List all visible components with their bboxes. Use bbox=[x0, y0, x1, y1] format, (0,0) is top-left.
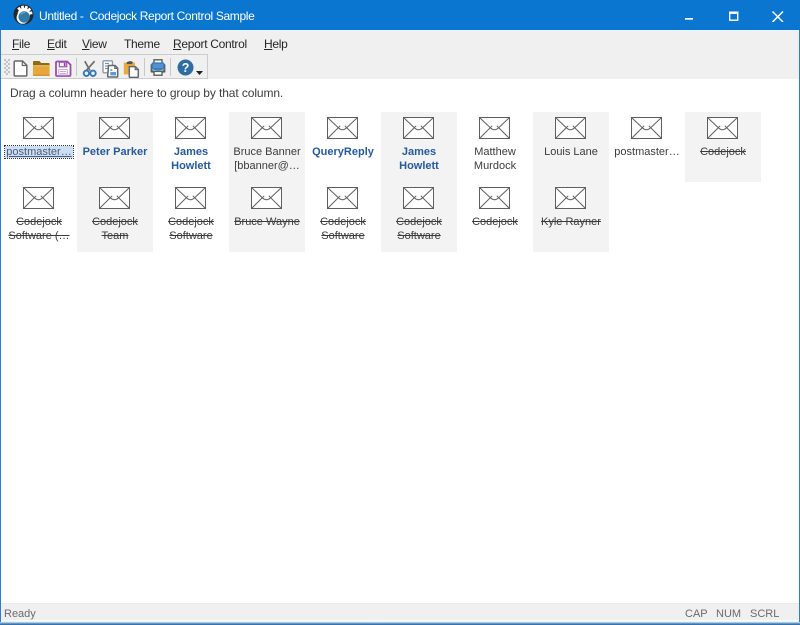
svg-text:?: ? bbox=[182, 61, 190, 75]
